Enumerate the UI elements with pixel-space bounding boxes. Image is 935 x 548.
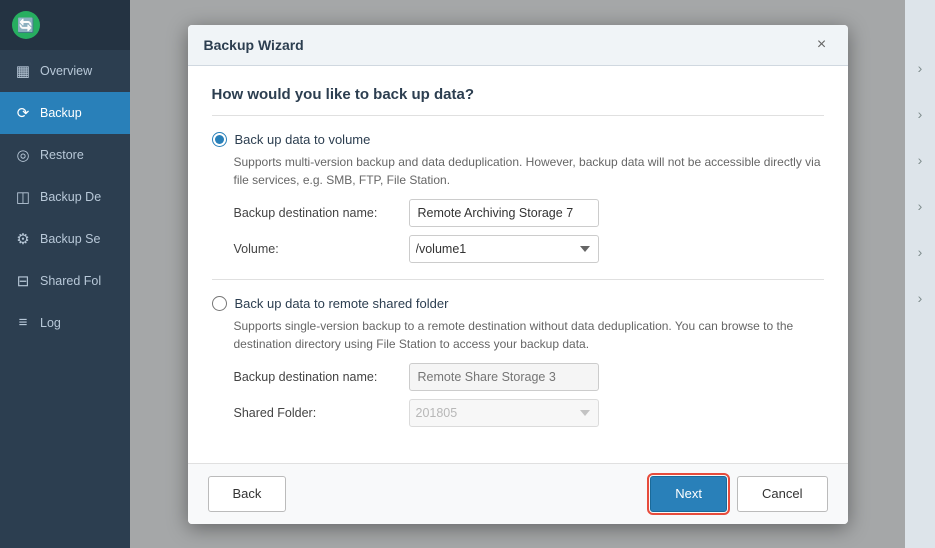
sidebar-item-backup[interactable]: ⟳ Backup bbox=[0, 92, 130, 134]
sidebar: 🔄 ▦ Overview ⟳ Backup ◎ Restore ◫ Backup… bbox=[0, 0, 130, 548]
sidebar-item-shared-fol[interactable]: ⊟ Shared Fol bbox=[0, 260, 130, 302]
option-volume-desc: Supports multi-version backup and data d… bbox=[234, 153, 824, 189]
option-shared-folder: Back up data to remote shared folder Sup… bbox=[212, 296, 824, 427]
dest-name-input-volume[interactable] bbox=[409, 199, 599, 227]
sidebar-item-backup-se[interactable]: ⚙ Backup Se bbox=[0, 218, 130, 260]
option-shared-desc: Supports single-version backup to a remo… bbox=[234, 317, 824, 353]
dialog-question: How would you like to back up data? bbox=[212, 86, 824, 116]
right-panel: › › › › › › bbox=[905, 0, 935, 548]
option-volume: Back up data to volume Supports multi-ve… bbox=[212, 132, 824, 263]
chevron-5[interactable]: › bbox=[918, 244, 923, 260]
sidebar-label-log: Log bbox=[40, 316, 61, 330]
shared-fol-icon: ⊟ bbox=[14, 272, 32, 290]
chevron-4[interactable]: › bbox=[918, 198, 923, 214]
cancel-button[interactable]: Cancel bbox=[737, 476, 827, 512]
backup-se-icon: ⚙ bbox=[14, 230, 32, 248]
option-volume-header: Back up data to volume bbox=[212, 132, 824, 147]
log-icon: ≡ bbox=[14, 314, 32, 331]
dest-name-label-shared: Backup destination name: bbox=[234, 370, 409, 384]
shared-folder-row: Shared Folder: 201805 bbox=[234, 399, 824, 427]
sidebar-label-backup-se: Backup Se bbox=[40, 232, 100, 246]
dest-name-row-volume: Backup destination name: bbox=[234, 199, 824, 227]
chevron-3[interactable]: › bbox=[918, 152, 923, 168]
dest-name-row-shared: Backup destination name: bbox=[234, 363, 824, 391]
sidebar-label-backup-de: Backup De bbox=[40, 190, 101, 204]
restore-icon: ◎ bbox=[14, 146, 32, 164]
footer-right-buttons: Next Cancel bbox=[650, 476, 827, 512]
dest-name-label-volume: Backup destination name: bbox=[234, 206, 409, 220]
radio-shared[interactable] bbox=[212, 296, 227, 311]
sidebar-label-backup: Backup bbox=[40, 106, 82, 120]
backup-icon: ⟳ bbox=[14, 104, 32, 122]
modal-overlay: Backup Wizard × How would you like to ba… bbox=[130, 0, 905, 548]
option-volume-label[interactable]: Back up data to volume bbox=[235, 132, 371, 147]
next-button[interactable]: Next bbox=[650, 476, 727, 512]
option-shared-header: Back up data to remote shared folder bbox=[212, 296, 824, 311]
option-shared-label[interactable]: Back up data to remote shared folder bbox=[235, 296, 449, 311]
chevron-1[interactable]: › bbox=[918, 60, 923, 76]
close-button[interactable]: × bbox=[812, 35, 832, 55]
sidebar-label-shared: Shared Fol bbox=[40, 274, 101, 288]
backup-de-icon: ◫ bbox=[14, 188, 32, 206]
back-button[interactable]: Back bbox=[208, 476, 287, 512]
volume-row: Volume: /volume1 bbox=[234, 235, 824, 263]
sidebar-item-restore[interactable]: ◎ Restore bbox=[0, 134, 130, 176]
sidebar-label-restore: Restore bbox=[40, 148, 84, 162]
sidebar-item-backup-de[interactable]: ◫ Backup De bbox=[0, 176, 130, 218]
main-area: Backup Wizard × How would you like to ba… bbox=[130, 0, 905, 548]
dialog-footer: Back Next Cancel bbox=[188, 463, 848, 524]
sidebar-item-overview[interactable]: ▦ Overview bbox=[0, 50, 130, 92]
chevron-2[interactable]: › bbox=[918, 106, 923, 122]
overview-icon: ▦ bbox=[14, 62, 32, 80]
dialog-body: How would you like to back up data? Back… bbox=[188, 66, 848, 463]
sidebar-logo: 🔄 bbox=[0, 0, 130, 50]
volume-select[interactable]: /volume1 bbox=[409, 235, 599, 263]
dialog-title: Backup Wizard bbox=[204, 37, 304, 53]
chevron-6[interactable]: › bbox=[918, 290, 923, 306]
shared-folder-select: 201805 bbox=[409, 399, 599, 427]
sidebar-item-log[interactable]: ≡ Log bbox=[0, 302, 130, 343]
backup-wizard-dialog: Backup Wizard × How would you like to ba… bbox=[188, 25, 848, 524]
dest-name-input-shared bbox=[409, 363, 599, 391]
volume-label: Volume: bbox=[234, 242, 409, 256]
dialog-header: Backup Wizard × bbox=[188, 25, 848, 66]
app-logo-icon: 🔄 bbox=[12, 11, 40, 39]
sidebar-label-overview: Overview bbox=[40, 64, 92, 78]
radio-volume[interactable] bbox=[212, 132, 227, 147]
shared-folder-label: Shared Folder: bbox=[234, 406, 409, 420]
section-divider bbox=[212, 279, 824, 280]
